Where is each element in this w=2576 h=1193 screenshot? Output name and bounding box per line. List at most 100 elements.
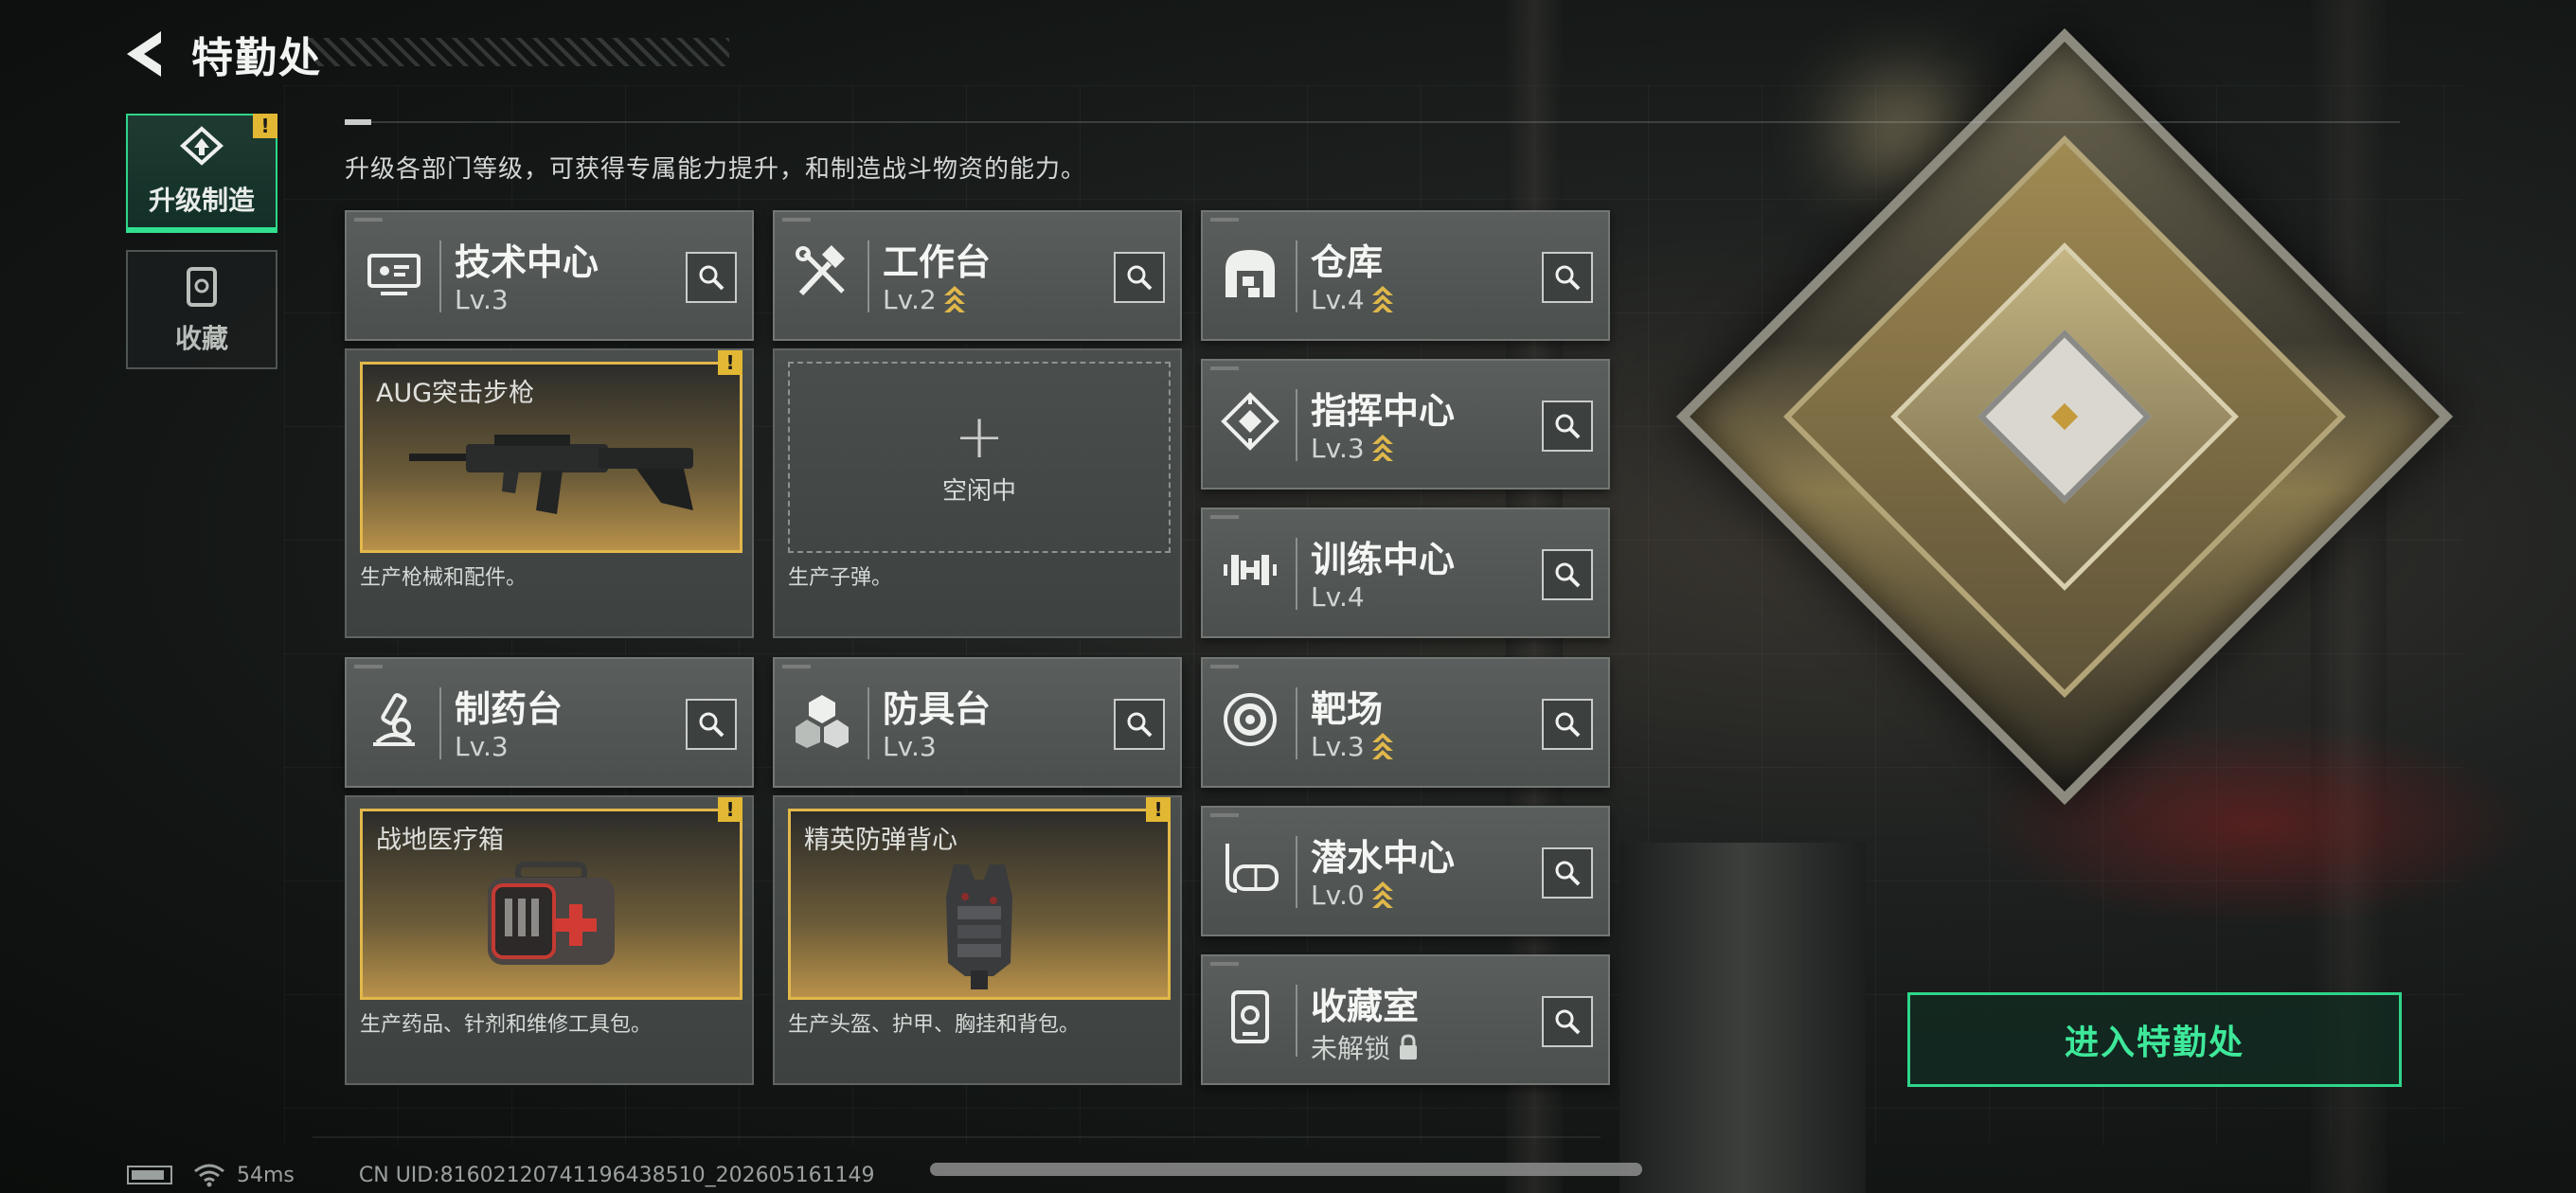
workbench-icon — [792, 242, 852, 303]
production-panel-tech-center[interactable]: AUG突击步枪 ! 生产枪械和配件。 — [345, 348, 754, 638]
title-decoration — [303, 38, 729, 66]
item-name: 战地医疗箱 — [376, 826, 504, 855]
tab-collection[interactable]: 收藏 — [126, 250, 277, 369]
alert-badge: ! — [718, 350, 742, 375]
wifi-icon — [194, 1164, 224, 1187]
inspect-button[interactable] — [1114, 252, 1165, 303]
upgrade-arrow-icon — [943, 286, 965, 312]
add-icon: + — [954, 401, 1005, 472]
tab-label: 收藏 — [174, 323, 228, 354]
inspect-button[interactable] — [1114, 699, 1165, 750]
facility-level-row: Lv.3 — [1311, 731, 1395, 762]
facility-name: 制药台 — [455, 688, 564, 730]
warehouse-icon — [1220, 242, 1280, 303]
diving-mask-icon — [1220, 838, 1280, 899]
page-header: 特勤处 — [123, 21, 729, 87]
divider-accent — [345, 119, 371, 125]
medkit-icon — [480, 859, 622, 976]
facility-card-diving-center[interactable]: 潜水中心 Lv.0 — [1201, 806, 1610, 936]
search-icon — [1555, 414, 1581, 439]
inspect-button[interactable] — [1542, 699, 1593, 750]
production-description: 生产枪械和配件。 — [360, 566, 528, 590]
cube-pedestal — [1619, 843, 1866, 1193]
training-center-icon — [1220, 540, 1280, 600]
facility-name: 技术中心 — [455, 241, 599, 283]
facility-level: Lv.0 — [1311, 880, 1365, 911]
search-icon — [699, 712, 724, 738]
facility-name: 仓库 — [1311, 241, 1384, 283]
page-title: 特勤处 — [191, 34, 322, 82]
facility-card-tech-center[interactable]: 技术中心 Lv.3 — [345, 210, 754, 341]
facility-lock-status: 未解锁 — [1311, 1033, 1391, 1064]
upgrade-arrow-icon — [1371, 881, 1393, 908]
facility-name: 工作台 — [883, 241, 992, 283]
upgrade-arrow-icon — [1371, 286, 1393, 312]
facility-level: Lv.3 — [1311, 433, 1365, 464]
inspect-button[interactable] — [1542, 401, 1593, 452]
facility-level-row: Lv.4 — [1311, 284, 1395, 315]
facility-card-collection-room[interactable]: 收藏室 未解锁 — [1201, 954, 1610, 1085]
search-icon — [1555, 861, 1581, 886]
inspect-button[interactable] — [1542, 549, 1593, 600]
facility-card-training-center[interactable]: 训练中心 Lv.4 — [1201, 507, 1610, 638]
search-icon — [1555, 265, 1581, 291]
facility-card-workbench[interactable]: 工作台 Lv.2 — [773, 210, 1182, 341]
facility-card-armor-bench[interactable]: 防具台 Lv.3 — [773, 657, 1182, 788]
search-icon — [1127, 265, 1153, 291]
facility-name: 靶场 — [1311, 688, 1384, 730]
facility-card-pharmacy[interactable]: 制药台 Lv.3 — [345, 657, 754, 788]
lock-icon — [1400, 1034, 1418, 1059]
facility-level-row: Lv.3 — [1311, 433, 1395, 464]
empty-production-slot[interactable]: + 空闲中 — [788, 362, 1171, 553]
upgrade-arrow-icon — [1371, 733, 1393, 759]
production-panel-workbench[interactable]: + 空闲中 生产子弹。 — [773, 348, 1182, 638]
inspect-button[interactable] — [686, 252, 737, 303]
alert-badge: ! — [1146, 797, 1171, 822]
production-item-slot[interactable]: AUG突击步枪 — [360, 362, 742, 553]
item-name: AUG突击步枪 — [376, 379, 535, 408]
facility-level: Lv.3 — [883, 731, 937, 762]
facility-level: Lv.2 — [883, 284, 937, 315]
facility-level: Lv.3 — [1311, 731, 1365, 762]
rifle-icon — [400, 412, 703, 529]
inspect-button[interactable] — [1542, 252, 1593, 303]
shooting-range-icon — [1220, 689, 1280, 750]
production-item-slot[interactable]: 精英防弹背心 — [788, 809, 1171, 1000]
facility-level-row: Lv.2 — [883, 284, 967, 315]
search-icon — [1555, 562, 1581, 588]
facility-name: 收藏室 — [1311, 986, 1420, 1027]
inspect-button[interactable] — [1542, 996, 1593, 1047]
production-panel-armor-bench[interactable]: 精英防弹背心 ! 生产头盔、护甲、胸挂和背包。 — [773, 795, 1182, 1085]
status-bar: 54ms CN UID:8160212074119643851​0_202605… — [127, 1161, 875, 1189]
facility-level: Lv.4 — [1311, 284, 1365, 315]
facility-name: 训练中心 — [1311, 539, 1456, 580]
command-center-icon — [1220, 391, 1280, 452]
facility-cube-illustration — [1638, 27, 2491, 890]
back-arrow-icon[interactable] — [123, 27, 170, 80]
inspect-button[interactable] — [1542, 847, 1593, 899]
production-item-slot[interactable]: 战地医疗箱 — [360, 809, 742, 1000]
collection-icon — [179, 263, 224, 309]
divider — [313, 1136, 1601, 1138]
alert-badge: ! — [718, 797, 742, 822]
upgrade-craft-icon — [179, 125, 224, 170]
inspect-button[interactable] — [686, 699, 737, 750]
enter-button-label: 进入特勤处 — [2064, 1024, 2245, 1062]
enter-special-ops-button[interactable]: 进入特勤处 — [1907, 992, 2402, 1087]
facility-card-warehouse[interactable]: 仓库 Lv.4 — [1201, 210, 1610, 341]
facility-level: Lv.3 — [455, 731, 509, 762]
tab-upgrade-craft[interactable]: ! 升级制造 — [126, 114, 277, 233]
search-icon — [1127, 712, 1153, 738]
pharmacy-icon — [364, 689, 424, 750]
ping-value: 54ms — [237, 1163, 295, 1187]
production-panel-pharmacy[interactable]: 战地医疗箱 ! 生产药品、针剂和维修工具包。 — [345, 795, 754, 1085]
idle-label: 空闲中 — [941, 476, 1016, 506]
facility-name: 潜水中心 — [1311, 837, 1456, 879]
facility-card-shooting-range[interactable]: 靶场 Lv.3 — [1201, 657, 1610, 788]
production-description: 生产子弹。 — [788, 566, 893, 590]
facility-card-command-center[interactable]: 指挥中心 Lv.3 — [1201, 359, 1610, 490]
home-indicator[interactable] — [930, 1163, 1642, 1176]
item-name: 精英防弹背心 — [804, 826, 957, 855]
facility-level: Lv.3 — [455, 284, 509, 315]
facility-name: 防具台 — [883, 688, 992, 730]
